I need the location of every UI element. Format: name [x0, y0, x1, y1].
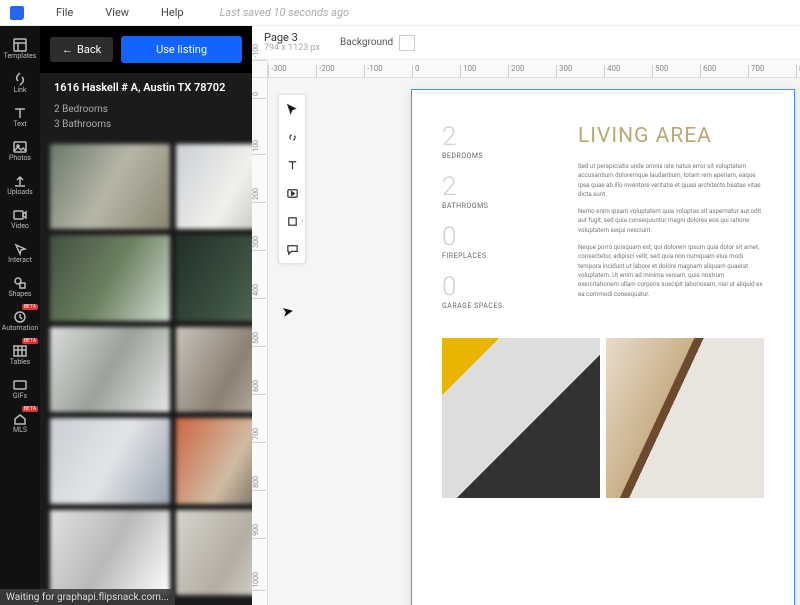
- gifs-icon: [13, 378, 27, 392]
- listing-thumb[interactable]: [176, 510, 252, 595]
- use-listing-button[interactable]: Use listing: [121, 36, 242, 63]
- canvas-area[interactable]: Page 3 794 x 1123 px Background -300-200…: [252, 26, 800, 605]
- status-bar: Waiting for graphapi.flipsnack.com...: [0, 589, 175, 605]
- ruler-vertical: -100010020030040050060070080090010001100: [252, 78, 268, 605]
- document-page[interactable]: 2 BEDROOMS 2 BATHROOMS 0 FIREPLACES 0 GARAGE SP…: [412, 90, 794, 605]
- ruler-origin: [252, 60, 268, 78]
- uploads-icon: [13, 174, 27, 188]
- body-text: Sed ut perspiciatis unde omnis iste natu…: [578, 162, 764, 199]
- save-status: Last saved 10 seconds ago: [220, 6, 349, 19]
- photos-icon: [13, 140, 27, 154]
- fact-item: 0 GARAGE SPACES: [442, 274, 530, 310]
- listing-thumb[interactable]: [50, 510, 170, 595]
- rail-interact[interactable]: Interact: [0, 236, 40, 270]
- listing-thumb[interactable]: [50, 327, 170, 412]
- fact-number: 2: [442, 174, 530, 200]
- fact-label: BATHROOMS: [442, 202, 530, 210]
- tool-shape[interactable]: ›: [279, 207, 305, 235]
- fact-label: FIREPLACES: [442, 252, 530, 260]
- tables-icon: [13, 344, 27, 358]
- fact-item: 0 FIREPLACES: [442, 224, 530, 260]
- section-heading: LIVING AREA: [578, 124, 764, 148]
- play-rect-icon: [286, 187, 299, 200]
- fact-number: 0: [442, 224, 530, 250]
- fact-label: BEDROOMS: [442, 152, 530, 160]
- menu-file[interactable]: File: [56, 6, 73, 19]
- background-color-swatch[interactable]: [399, 35, 415, 51]
- top-menu-bar: File View Help Last saved 10 seconds ago: [0, 0, 800, 26]
- mouse-cursor-icon: ➤: [281, 303, 295, 321]
- rail-automation[interactable]: BETAAutomation: [0, 304, 40, 338]
- listing-thumb[interactable]: [50, 144, 170, 229]
- cursor-icon: [286, 103, 299, 116]
- listing-address: 1616 Haskell # A, Austin TX 78702: [54, 81, 238, 94]
- video-icon: [13, 208, 27, 222]
- listing-thumbnails[interactable]: [40, 138, 252, 605]
- rail-shapes[interactable]: Shapes: [0, 270, 40, 304]
- chevron-right-icon: ›: [301, 218, 303, 225]
- rail-text[interactable]: Text: [0, 100, 40, 134]
- listing-thumb[interactable]: [176, 144, 252, 229]
- ruler-horizontal: -300-200-1000100200300400500600700800: [268, 60, 800, 78]
- left-tool-rail: Templates Link Text Photos Uploads Video…: [0, 26, 40, 605]
- body-text: Nemo enim ipsam voluptatem quia voluptas…: [578, 207, 764, 235]
- page-photo[interactable]: [442, 338, 600, 498]
- link-icon: [13, 72, 27, 86]
- rail-gifs[interactable]: GIFs: [0, 372, 40, 406]
- listing-thumb[interactable]: [176, 235, 252, 320]
- mls-icon: [13, 412, 27, 426]
- tool-media[interactable]: [279, 179, 305, 207]
- listing-bedrooms: 2 Bedrooms: [54, 104, 238, 115]
- rail-photos[interactable]: Photos: [0, 134, 40, 168]
- body-text: Neque porro quisquam est, qui dolorem ip…: [578, 243, 764, 299]
- templates-icon: [13, 38, 27, 52]
- listing-thumb[interactable]: [176, 327, 252, 412]
- tool-select[interactable]: [279, 95, 305, 123]
- background-label: Background: [340, 37, 393, 48]
- app-logo-icon: [10, 6, 24, 20]
- interact-icon: [13, 242, 27, 256]
- menu-help[interactable]: Help: [161, 6, 184, 19]
- shapes-icon: [13, 276, 27, 290]
- rail-tables[interactable]: BETATables: [0, 338, 40, 372]
- listing-thumb[interactable]: [50, 235, 170, 320]
- fact-item: 2 BEDROOMS: [442, 124, 530, 160]
- fact-item: 2 BATHROOMS: [442, 174, 530, 210]
- fact-number: 0: [442, 274, 530, 300]
- text-icon: [13, 106, 27, 120]
- chevron-left-icon: ←: [62, 43, 73, 56]
- automation-icon: [13, 310, 27, 324]
- listing-panel: ←Back Use listing 1616 Haskell # A, Aust…: [40, 26, 252, 605]
- listing-thumb[interactable]: [50, 418, 170, 503]
- tool-comment[interactable]: [279, 235, 305, 263]
- square-icon: [286, 215, 299, 228]
- rail-link[interactable]: Link: [0, 66, 40, 100]
- canvas-toolbar: ›: [278, 94, 306, 264]
- page-title: Page 3: [264, 32, 320, 44]
- comment-icon: [286, 243, 299, 256]
- rail-uploads[interactable]: Uploads: [0, 168, 40, 202]
- page-header-bar: Page 3 794 x 1123 px Background: [252, 26, 800, 60]
- menu-view[interactable]: View: [105, 6, 129, 19]
- back-button[interactable]: ←Back: [50, 37, 113, 62]
- listing-bathrooms: 3 Bathrooms: [54, 119, 238, 130]
- rail-templates[interactable]: Templates: [0, 32, 40, 66]
- text-icon: [286, 159, 299, 172]
- rail-video[interactable]: Video: [0, 202, 40, 236]
- listing-thumb[interactable]: [176, 418, 252, 503]
- fact-label: GARAGE SPACES: [442, 302, 530, 310]
- page-dimensions: 794 x 1123 px: [264, 44, 320, 54]
- tool-link[interactable]: [279, 123, 305, 151]
- link-icon: [286, 131, 299, 144]
- page-photo[interactable]: [606, 338, 764, 498]
- fact-number: 2: [442, 124, 530, 150]
- tool-text[interactable]: [279, 151, 305, 179]
- rail-mls[interactable]: BETAMLS: [0, 406, 40, 440]
